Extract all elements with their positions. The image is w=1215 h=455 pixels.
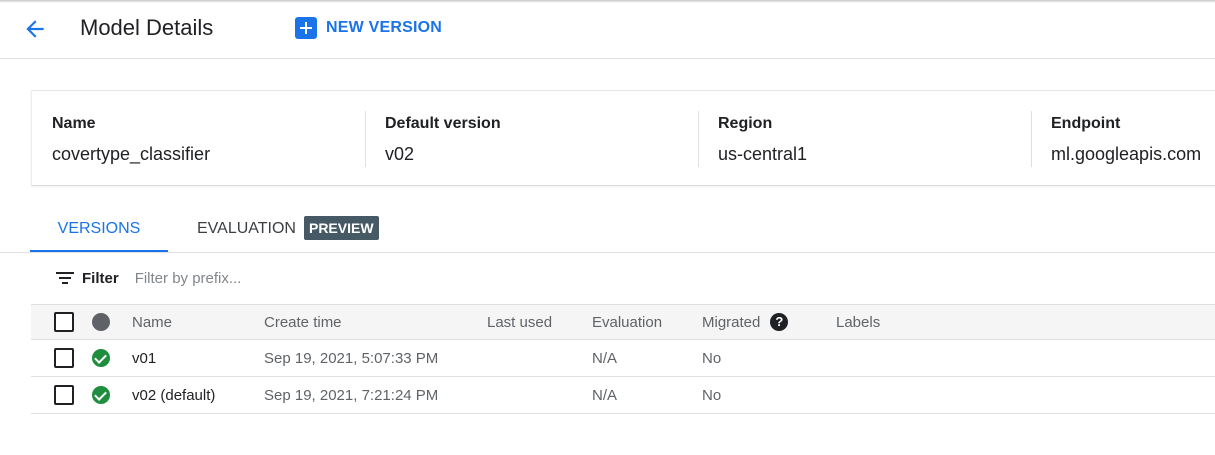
column-header-evaluation[interactable]: Evaluation [592,305,662,339]
table-header: Name Create time Last used Evaluation Mi… [31,304,1215,340]
add-box-icon [295,17,317,39]
filter-label[interactable]: Filter [82,270,119,287]
page-title: Model Details [80,15,214,40]
preview-badge: PREVIEW [303,215,379,240]
summary-field-default-version: Default version v02 [365,91,698,185]
page-header: Model Details NEW VERSION [0,0,1215,59]
column-header-labels[interactable]: Labels [836,305,880,339]
row-checkbox[interactable] [54,348,74,368]
summary-field-region: Region us-central1 [698,91,1031,185]
version-name[interactable]: v02 (default) [132,377,215,413]
table-row[interactable]: v01 Sep 19, 2021, 5:07:33 PM N/A No [31,340,1215,377]
row-status-cell [92,377,110,413]
new-version-label: NEW VERSION [326,19,442,36]
row-select-cell [54,377,74,413]
filter-list-icon[interactable] [56,271,74,285]
select-all-checkbox[interactable] [54,312,74,332]
field-value: ml.googleapis.com [1051,144,1202,164]
tab-evaluation[interactable]: EVALUATION PREVIEW [197,208,379,252]
create-time: Sep 19, 2021, 7:21:24 PM [264,386,439,404]
filter-input[interactable] [134,269,435,287]
row-status-cell [92,340,110,376]
tab-versions[interactable]: VERSIONS [30,208,168,252]
model-summary-card: Name covertype_classifier Default versio… [31,90,1215,186]
create-time: Sep 19, 2021, 5:07:33 PM [264,349,439,367]
status-column-icon [92,313,110,331]
row-checkbox[interactable] [54,385,74,405]
arrow-back-icon[interactable] [22,16,48,42]
table-row[interactable]: v02 (default) Sep 19, 2021, 7:21:24 PM N… [31,377,1215,414]
field-label: Name [52,115,96,132]
field-value: us-central1 [718,144,808,164]
check-circle-icon [92,386,110,404]
row-select-cell [54,340,74,376]
field-value: covertype_classifier [52,144,211,164]
column-header-create-time[interactable]: Create time [264,305,342,339]
column-header-migrated-label: Migrated [702,313,761,331]
field-label: Region [718,115,773,132]
select-all-cell [54,305,74,339]
column-header-last-used[interactable]: Last used [487,305,552,339]
field-label: Default version [385,115,501,132]
new-version-button[interactable]: NEW VERSION [295,15,442,41]
column-header-name[interactable]: Name [132,305,172,339]
filter-bar: Filter [56,266,435,290]
status-header-cell [92,305,110,339]
column-header-migrated[interactable]: Migrated ? [702,305,789,339]
field-value: v02 [385,144,415,164]
evaluation: N/A [592,386,618,404]
tab-evaluation-label: EVALUATION [197,220,296,237]
version-name[interactable]: v01 [132,340,156,376]
summary-field-name: Name covertype_classifier [32,91,365,185]
migrated: No [702,386,722,404]
help-icon[interactable]: ? [770,313,789,331]
check-circle-icon [92,349,110,367]
summary-field-endpoint: Endpoint ml.googleapis.com [1031,91,1215,185]
evaluation: N/A [592,349,618,367]
tab-bar: VERSIONS EVALUATION PREVIEW [0,208,1215,253]
migrated: No [702,349,722,367]
field-label: Endpoint [1051,115,1121,132]
